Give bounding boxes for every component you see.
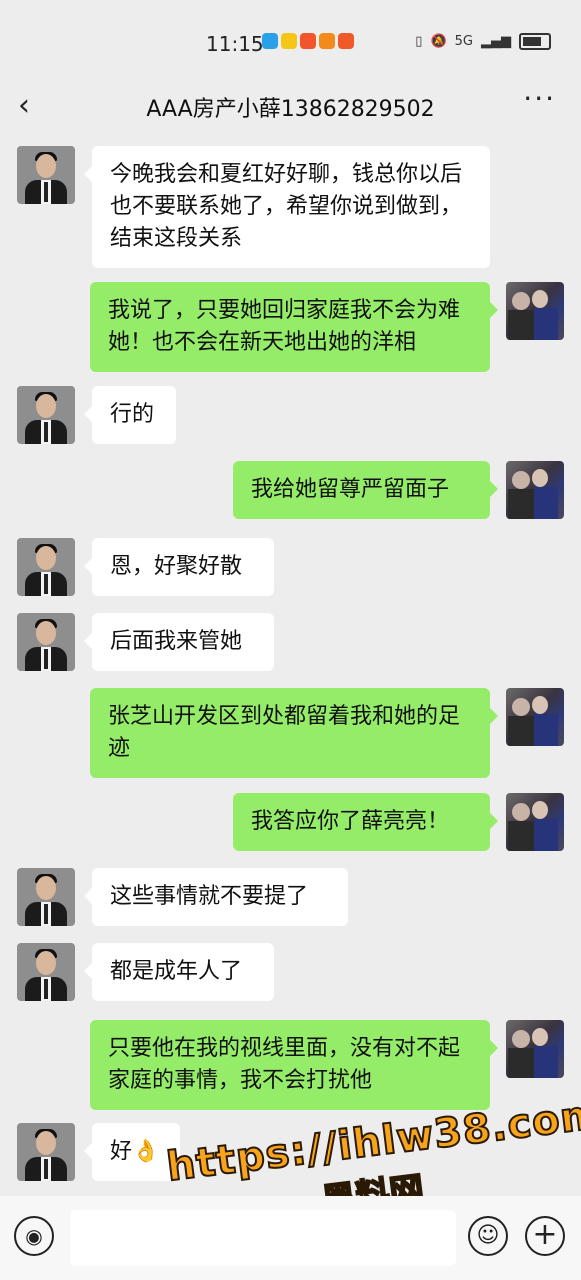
input-bar: ◉ ☺ +: [0, 1196, 581, 1280]
message-bubble-outgoing[interactable]: 张芝山开发区到处都留着我和她的足迹: [90, 688, 498, 778]
my-avatar[interactable]: [506, 793, 564, 851]
voice-icon[interactable]: ◉: [14, 1216, 54, 1256]
message-bubble-outgoing[interactable]: 我说了，只要她回归家庭我不会为难她！也不会在新天地出她的洋相: [90, 282, 498, 372]
app-icon: [319, 33, 335, 49]
signal-icon: ▂▄▆: [481, 34, 511, 49]
chat-title: AAA房产小薛13862829502: [146, 97, 435, 122]
message-bubble-incoming[interactable]: 行的: [84, 386, 176, 444]
contact-avatar[interactable]: [17, 538, 75, 596]
notification-icons: [262, 33, 354, 49]
message-bubble-outgoing[interactable]: 我答应你了薛亮亮！: [233, 793, 498, 851]
my-avatar[interactable]: [506, 688, 564, 746]
message-bubble-incoming[interactable]: 今晚我会和夏红好好聊，钱总你以后也不要联系她了，希望你说到做到，结束这段关系: [84, 146, 490, 268]
battery-icon: [519, 33, 551, 50]
contact-avatar[interactable]: [17, 868, 75, 926]
app-icon: [281, 33, 297, 49]
chat-header: ‹ AAA房产小薛13862829502 ···: [0, 78, 581, 136]
emoji-icon[interactable]: ☺: [468, 1216, 508, 1256]
contact-avatar[interactable]: [17, 943, 75, 1001]
contact-avatar[interactable]: [17, 386, 75, 444]
system-icons: ▯ 🔕 5G ▂▄▆: [415, 33, 551, 50]
network-label: 5G: [454, 34, 473, 49]
message-bubble-outgoing[interactable]: 只要他在我的视线里面，没有对不起家庭的事情，我不会打扰他: [90, 1020, 498, 1110]
app-icon: [338, 33, 354, 49]
message-bubble-outgoing[interactable]: 我给她留尊严留面子: [233, 461, 498, 519]
my-avatar[interactable]: [506, 461, 564, 519]
status-time: 11:15: [206, 32, 264, 56]
my-avatar[interactable]: [506, 282, 564, 340]
contact-avatar[interactable]: [17, 146, 75, 204]
plus-icon[interactable]: +: [525, 1216, 565, 1256]
more-icon[interactable]: ···: [523, 82, 556, 115]
message-input[interactable]: [70, 1210, 456, 1266]
nfc-icon: ▯: [415, 34, 423, 49]
contact-avatar[interactable]: [17, 613, 75, 671]
message-bubble-incoming[interactable]: 这些事情就不要提了: [84, 868, 348, 926]
message-bubble-incoming[interactable]: 后面我来管她: [84, 613, 274, 671]
app-icon: [262, 33, 278, 49]
my-avatar[interactable]: [506, 1020, 564, 1078]
status-bar: 11:15 ▯ 🔕 5G ▂▄▆: [0, 0, 581, 78]
app-icon: [300, 33, 316, 49]
message-bubble-incoming[interactable]: 恩，好聚好散: [84, 538, 274, 596]
message-bubble-incoming[interactable]: 都是成年人了: [84, 943, 274, 1001]
contact-avatar[interactable]: [17, 1123, 75, 1181]
mute-icon: 🔕: [430, 34, 447, 49]
